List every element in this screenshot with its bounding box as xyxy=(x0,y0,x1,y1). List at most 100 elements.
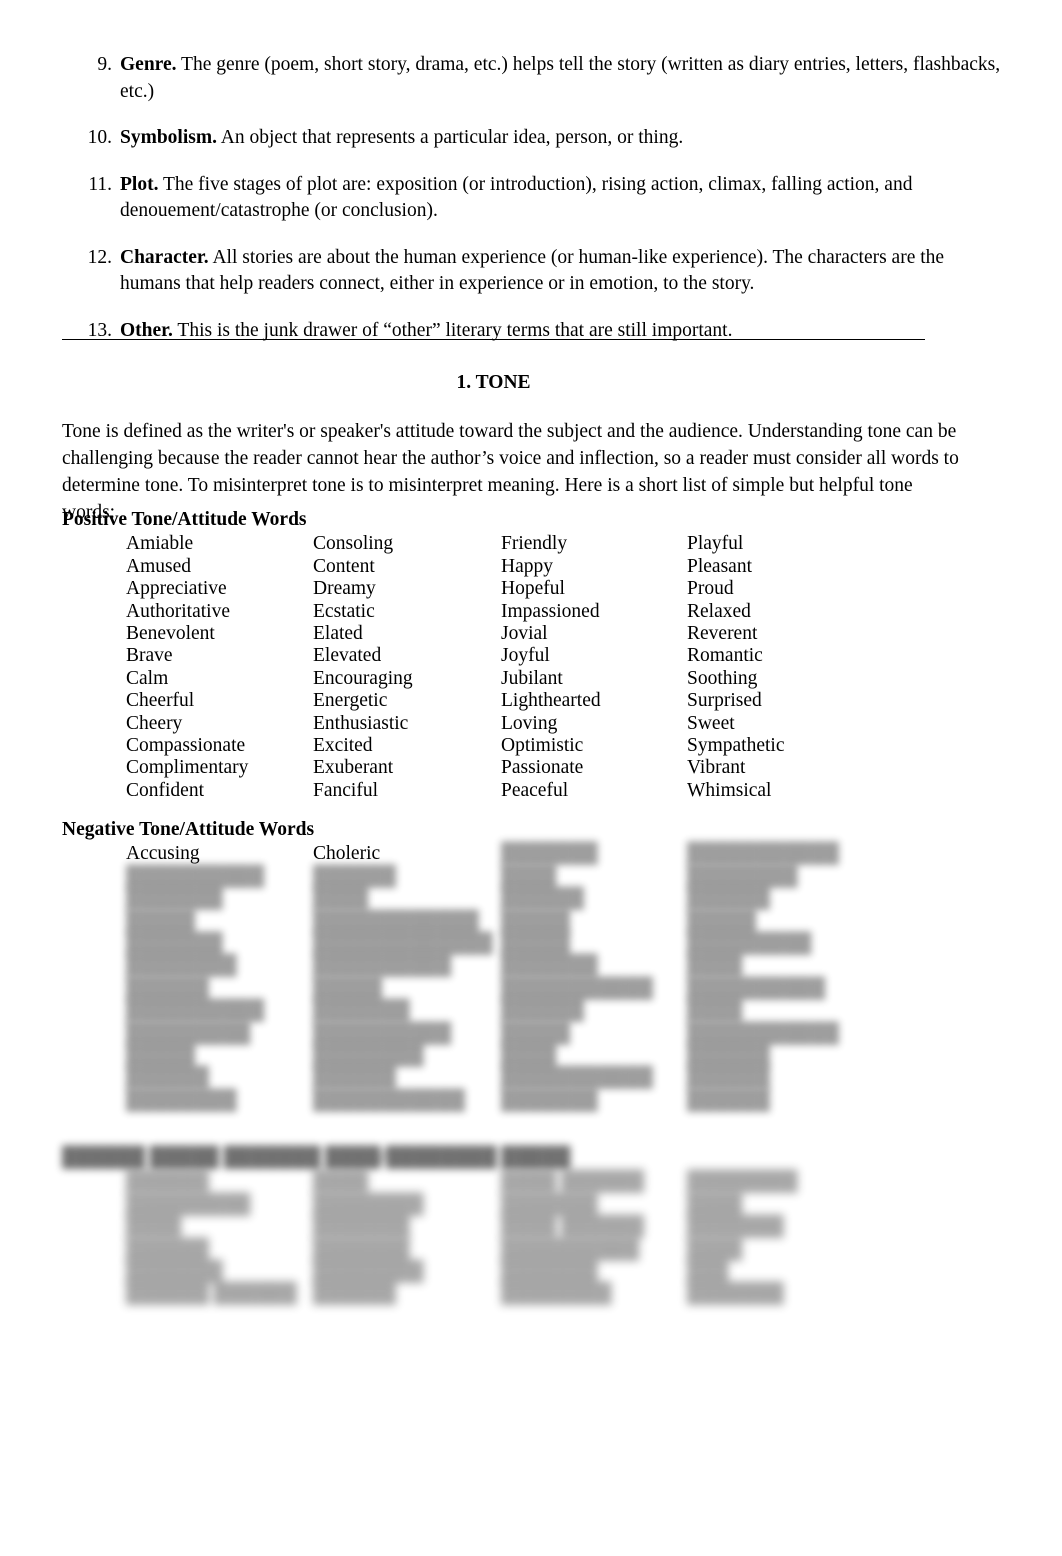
tone-word: █████ xyxy=(313,977,383,999)
tone-word: Authoritative xyxy=(126,600,230,622)
literary-term-body: Genre. The genre (poem, short story, dra… xyxy=(120,52,1002,105)
tone-word: Amused xyxy=(126,555,191,577)
tone-word: ███████ xyxy=(313,1000,410,1022)
tone-word: ████████ xyxy=(313,1261,424,1283)
tone-word: Happy xyxy=(501,555,553,577)
tone-word: ████ xyxy=(313,888,369,910)
tone-word: Hopeful xyxy=(501,578,565,600)
tone-word: ████████ xyxy=(501,1283,612,1305)
tone-word: ███████████ xyxy=(687,843,839,865)
tone-word: Vibrant xyxy=(687,757,746,779)
tone-word: Appreciative xyxy=(126,578,227,600)
tone-word: █████ xyxy=(126,910,196,932)
literary-term-description: All stories are about the human experien… xyxy=(120,246,945,295)
literary-term-number: 9. xyxy=(97,54,112,75)
tone-word: Lighthearted xyxy=(501,690,601,712)
tone-word: Encouraging xyxy=(313,667,413,689)
tone-word: ████ xyxy=(501,1045,557,1067)
tone-word: Impassioned xyxy=(501,600,600,622)
tone-word: ████ xyxy=(687,1238,743,1260)
tone-word: ████████ xyxy=(313,1193,424,1215)
literary-term-name: Other. xyxy=(120,319,173,341)
literary-term-number: 11. xyxy=(88,173,112,195)
tone-word: Relaxed xyxy=(687,600,751,622)
tone-word: █████████ xyxy=(126,1193,251,1215)
literary-term-body: Character. All stories are about the hum… xyxy=(120,245,1002,298)
tone-word: ███████ xyxy=(687,1283,784,1305)
literary-term-description: The five stages of plot are: exposition … xyxy=(120,173,913,222)
tone-word: Dreamy xyxy=(313,578,376,600)
tone-word: ███████ xyxy=(126,1261,223,1283)
tone-word: ████ xyxy=(687,955,743,977)
tone-word: Confident xyxy=(126,779,204,801)
literary-term-description: The genre (poem, short story, drama, etc… xyxy=(120,54,1001,102)
tone-word: ████ xyxy=(313,1171,369,1193)
tone-word: ██████ xyxy=(687,1067,770,1089)
tone-word: ██████████ xyxy=(126,1000,265,1022)
tone-word: Calm xyxy=(126,667,169,689)
tone-word: ██████ xyxy=(313,865,396,887)
tone-word: ████ xyxy=(687,1000,743,1022)
tone-word: ████████ xyxy=(126,955,237,977)
tone-word: ████████ xyxy=(313,1045,424,1067)
tone-word: █████ xyxy=(501,1022,571,1044)
tone-word: ███████ xyxy=(501,1089,598,1111)
word-columns: ██████ █████████ ████ ██████ ███████ ██████ █… xyxy=(62,1171,1002,1336)
tone-word: ███████ xyxy=(313,1216,410,1238)
tone-word: ██████████ xyxy=(501,1238,640,1260)
literary-term-name: Genre. xyxy=(120,54,177,75)
word-column: Playful Pleasant Proud Relaxed Reverent Roman… xyxy=(687,533,784,802)
tone-word: Exuberant xyxy=(313,757,394,779)
literary-term-body: Other. This is the junk drawer of “other… xyxy=(120,318,1002,345)
tone-word: ████ xyxy=(126,1216,182,1238)
tone-word: ██████ xyxy=(313,1067,396,1089)
literary-term-number: 12. xyxy=(87,246,112,268)
tone-word: Energetic xyxy=(313,690,388,712)
tone-word: █████ xyxy=(501,933,571,955)
tone-word: ██████ xyxy=(126,1171,209,1193)
tone-word: ████ ██████ xyxy=(501,1171,645,1193)
word-column: Accusing ██████████ ███████ █████ ███████ ███… xyxy=(126,843,264,1112)
tone-word: ██████ xyxy=(126,1067,209,1089)
word-column: ████ ██████ ███████ ████ ██████ ██████████ █… xyxy=(501,1171,644,1305)
word-columns: Amiable Amused Appreciative Authoritative Be… xyxy=(62,533,1002,813)
tone-word: Complimentary xyxy=(126,757,249,779)
tone-word: Compassionate xyxy=(126,735,246,757)
tone-word: Sympathetic xyxy=(687,735,785,757)
tone-word: ██████████ xyxy=(687,977,826,999)
tone-word: Elevated xyxy=(313,645,382,667)
tone-word: Content xyxy=(313,555,375,577)
word-group-heading: ██████ █████ ███████ ████/████████ █████ xyxy=(62,1147,571,1168)
tone-word: Fanciful xyxy=(313,779,378,801)
literary-term-item: 11. Plot. The five stages of plot are: ex… xyxy=(62,172,1002,225)
tone-word: Jovial xyxy=(501,623,548,645)
tone-word: ████████ xyxy=(687,865,798,887)
tone-word: █████ xyxy=(501,910,571,932)
word-group-third: ██████ █████ ███████ ████/████████ █████… xyxy=(62,1146,1002,1336)
tone-word: ██████ xyxy=(501,888,584,910)
tone-word: Proud xyxy=(687,578,734,600)
tone-word: Pleasant xyxy=(687,555,752,577)
literary-term-item: 10. Symbolism. An object that represents … xyxy=(62,125,1002,152)
tone-word: ███████ xyxy=(501,1193,598,1215)
tone-word: ████ xyxy=(687,1193,743,1215)
tone-word: ███ xyxy=(687,1261,729,1283)
tone-word: ██████ xyxy=(126,1238,209,1260)
literary-term-name: Symbolism. xyxy=(120,127,217,149)
tone-word: Playful xyxy=(687,533,744,555)
tone-word: ███████ xyxy=(501,843,598,865)
tone-word: ███████████ xyxy=(501,977,653,999)
tone-word: Cheerful xyxy=(126,690,195,712)
tone-word: Cheery xyxy=(126,712,183,734)
tone-word: ███████████ xyxy=(313,1089,465,1111)
tone-word: Excited xyxy=(313,735,373,757)
tone-word: ██████████ xyxy=(313,955,452,977)
page-title: 1. TONE xyxy=(456,372,531,393)
word-column: ████████████████████████████████████████… xyxy=(687,843,839,1112)
tone-word: █████████ xyxy=(126,1022,251,1044)
word-group-heading: Positive Tone/Attitude Words xyxy=(62,509,307,530)
word-column: ██████ █████████ ████ ██████ ███████ ██████ █… xyxy=(126,1171,297,1305)
tone-word: Choleric xyxy=(313,843,381,865)
tone-word: Jubilant xyxy=(501,667,563,689)
tone-word: ██████████ xyxy=(126,865,265,887)
